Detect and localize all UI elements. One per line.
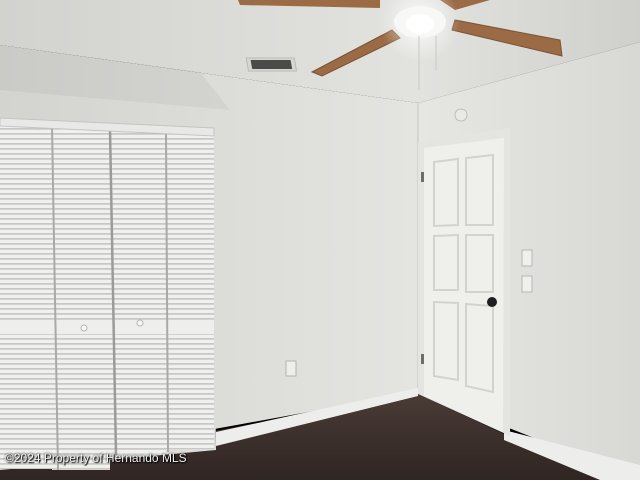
ceiling-vent-grille (250, 60, 293, 69)
light-switch-lower (521, 275, 533, 293)
entry-door (418, 128, 510, 436)
wall-outlet (285, 360, 297, 377)
closet-doors (0, 117, 216, 471)
mls-watermark: ©2024 Property of Hernando MLS (5, 451, 187, 465)
closet-knob-left (80, 324, 88, 332)
bedroom-photo (0, 0, 640, 480)
closet-knob-right (136, 319, 144, 327)
smoke-detector (454, 108, 468, 122)
light-switch (521, 249, 533, 267)
door-hinge-top (421, 172, 424, 182)
door-hinge-bottom (421, 354, 424, 364)
door-knob (487, 297, 497, 307)
